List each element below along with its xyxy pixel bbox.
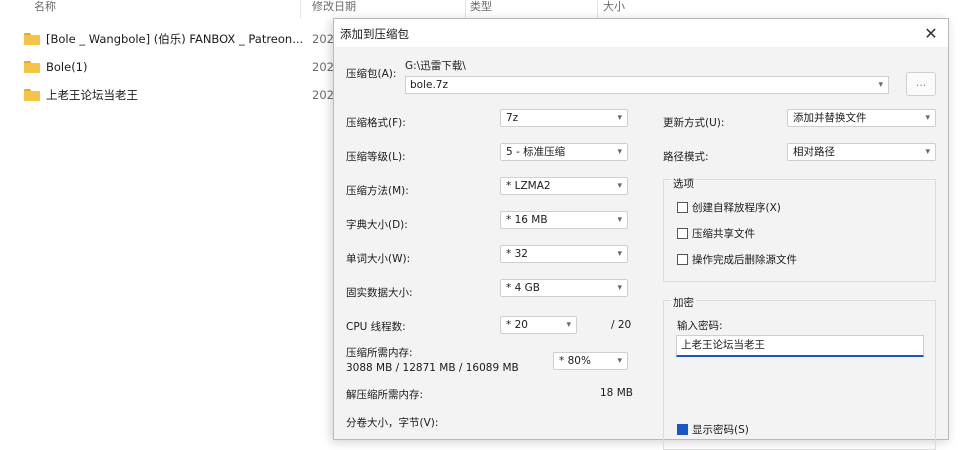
- file-date: 202: [312, 32, 334, 46]
- close-icon[interactable]: ✕: [914, 19, 948, 47]
- shared-files-checkbox[interactable]: [677, 228, 688, 239]
- archive-name-input[interactable]: bole.7z ▾: [405, 76, 889, 94]
- folder-icon: [24, 89, 40, 101]
- file-row[interactable]: [Bole _ Wangbole] (伯乐) FANBOX _ Patreon.…: [0, 27, 334, 51]
- file-name: Bole(1): [46, 60, 88, 74]
- update-mode-select[interactable]: 添加并替换文件 ▾: [787, 109, 936, 127]
- solid-size-label: 固实数据大小:: [346, 287, 413, 299]
- column-separator[interactable]: [300, 0, 301, 18]
- level-label: 压缩等级(L):: [346, 151, 406, 163]
- method-value: * LZMA2: [506, 180, 551, 192]
- chevron-down-icon: ▾: [617, 249, 622, 259]
- path-mode-value: 相对路径: [793, 146, 835, 158]
- delete-after-checkbox-row[interactable]: 操作完成后删除源文件: [677, 252, 797, 267]
- memory-label: 压缩所需内存:: [346, 347, 413, 359]
- word-size-select[interactable]: * 32 ▾: [500, 245, 628, 263]
- chevron-down-icon: ▾: [617, 283, 622, 293]
- shared-files-checkbox-label: 压缩共享文件: [692, 228, 755, 240]
- options-group-title: 选项: [671, 176, 696, 191]
- memory-usage-value: * 80%: [559, 355, 591, 367]
- dictionary-select[interactable]: * 16 MB ▾: [500, 211, 628, 229]
- chevron-down-icon: ▾: [617, 356, 622, 366]
- chevron-down-icon: ▾: [617, 181, 622, 191]
- update-mode-value: 添加并替换文件: [793, 112, 867, 124]
- dialog-title: 添加到压缩包: [340, 27, 409, 41]
- memory-usage-select[interactable]: * 80% ▾: [553, 352, 628, 370]
- column-separator[interactable]: [465, 0, 466, 18]
- method-label: 压缩方法(M):: [346, 185, 409, 197]
- sfx-checkbox-row[interactable]: 创建自释放程序(X): [677, 200, 781, 215]
- folder-icon: [24, 33, 40, 45]
- delete-after-checkbox-label: 操作完成后删除源文件: [692, 254, 797, 266]
- file-date: 202: [312, 88, 334, 102]
- file-date: 202: [312, 60, 334, 74]
- file-name: 上老王论坛当老王: [46, 88, 138, 102]
- path-mode-select[interactable]: 相对路径 ▾: [787, 143, 936, 161]
- word-size-value: * 32: [506, 248, 528, 260]
- solid-size-select[interactable]: * 4 GB ▾: [500, 279, 628, 297]
- format-label: 压缩格式(F):: [346, 117, 406, 129]
- column-header-size[interactable]: 大小: [603, 0, 625, 18]
- method-select[interactable]: * LZMA2 ▾: [500, 177, 628, 195]
- level-select[interactable]: 5 - 标准压缩 ▾: [500, 143, 628, 161]
- chevron-down-icon: ▾: [925, 113, 930, 123]
- column-separator[interactable]: [597, 0, 598, 18]
- archive-name-value: bole.7z: [410, 79, 448, 91]
- memory-detail: 3088 MB / 12871 MB / 16089 MB: [346, 362, 519, 374]
- decompress-memory-value: 18 MB: [600, 387, 633, 399]
- sfx-checkbox-label: 创建自释放程序(X): [692, 202, 781, 214]
- folder-icon: [24, 61, 40, 73]
- cpu-threads-total: / 20: [611, 319, 632, 331]
- format-select[interactable]: 7z ▾: [500, 109, 628, 127]
- dictionary-value: * 16 MB: [506, 214, 548, 226]
- dialog-titlebar[interactable]: 添加到压缩包 ✕: [334, 19, 948, 47]
- password-label: 输入密码:: [677, 320, 723, 332]
- cpu-threads-select[interactable]: * 20 ▾: [500, 316, 577, 334]
- chevron-down-icon[interactable]: ▾: [878, 77, 883, 93]
- chevron-down-icon: ▾: [617, 215, 622, 225]
- file-name: [Bole _ Wangbole] (伯乐) FANBOX _ Patreon.…: [46, 32, 304, 46]
- column-header-name[interactable]: 名称: [34, 0, 56, 18]
- chevron-down-icon: ▾: [617, 147, 622, 157]
- split-volume-label: 分卷大小，字节(V):: [346, 417, 439, 429]
- path-mode-label: 路径模式:: [663, 151, 709, 163]
- archive-label: 压缩包(A):: [346, 68, 397, 80]
- file-row[interactable]: 上老王论坛当老王 202: [0, 83, 334, 107]
- update-mode-label: 更新方式(U):: [663, 117, 725, 129]
- sfx-checkbox[interactable]: [677, 202, 688, 213]
- shared-files-checkbox-row[interactable]: 压缩共享文件: [677, 226, 755, 241]
- archive-folder-path: G:\迅雷下载\: [405, 60, 466, 72]
- word-size-label: 单词大小(W):: [346, 253, 411, 265]
- cpu-threads-label: CPU 线程数:: [346, 321, 406, 333]
- dictionary-label: 字典大小(D):: [346, 219, 408, 231]
- chevron-down-icon: ▾: [617, 113, 622, 123]
- decompress-memory-label: 解压缩所需内存:: [346, 389, 424, 401]
- column-header-date[interactable]: 修改日期: [312, 0, 356, 18]
- column-header-type[interactable]: 类型: [470, 0, 492, 18]
- solid-size-value: * 4 GB: [506, 282, 540, 294]
- format-value: 7z: [506, 112, 519, 124]
- password-input[interactable]: 上老王论坛当老王: [676, 335, 924, 357]
- delete-after-checkbox[interactable]: [677, 254, 688, 265]
- cpu-threads-value: * 20: [506, 319, 528, 331]
- encryption-group-title: 加密: [671, 295, 696, 310]
- browse-button[interactable]: ...: [906, 72, 936, 96]
- file-row[interactable]: Bole(1) 202: [0, 55, 334, 79]
- chevron-down-icon: ▾: [566, 320, 571, 330]
- add-to-archive-dialog: 添加到压缩包 ✕ 压缩包(A): G:\迅雷下载\ bole.7z ▾ ... …: [333, 18, 949, 450]
- chevron-down-icon: ▾: [925, 147, 930, 157]
- level-value: 5 - 标准压缩: [506, 146, 566, 158]
